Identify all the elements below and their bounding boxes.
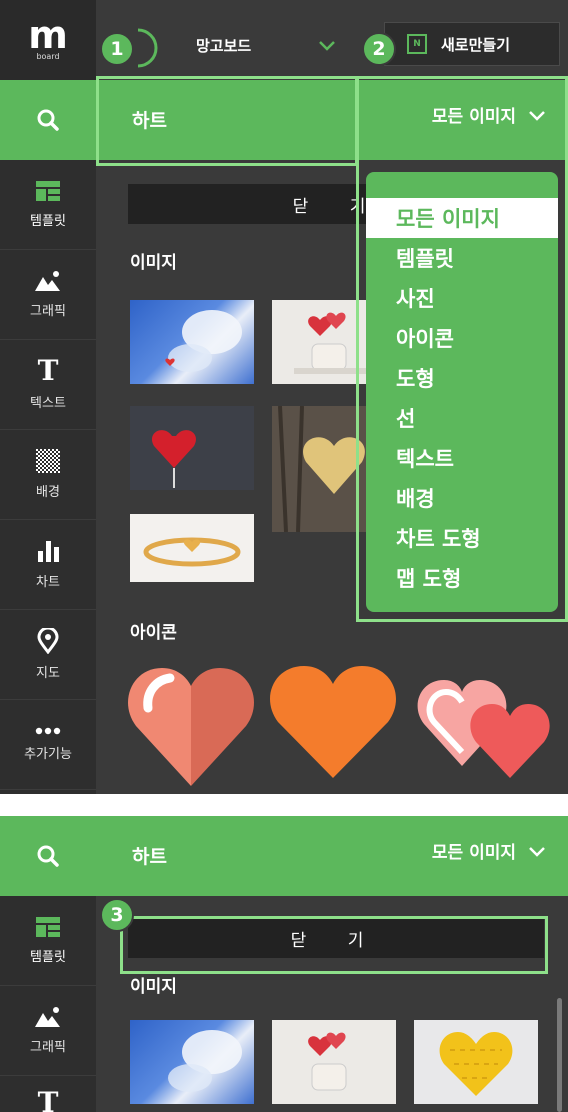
search-bar: 하트 모든 이미지 <box>0 816 568 896</box>
sidebar-item-chart[interactable]: 차트 <box>0 520 96 610</box>
sidebar-item-label: 템플릿 <box>30 214 66 229</box>
menu-item-shapes[interactable]: 도형 <box>366 358 558 398</box>
app-logo[interactable]: m board <box>0 0 96 80</box>
sidebar-item-template[interactable]: 템플릿 <box>0 896 96 986</box>
map-pin-icon <box>37 628 59 654</box>
menu-item-icons[interactable]: 아이콘 <box>366 318 558 358</box>
new-document-icon: N <box>407 34 427 54</box>
menu-item-map-shapes[interactable]: 맵 도형 <box>366 558 558 598</box>
menu-item-all-images[interactable]: 모든 이미지 <box>366 198 558 238</box>
step-badge-3: 3 <box>100 898 134 932</box>
sidebar-item-background[interactable]: 배경 <box>0 430 96 520</box>
template-icon <box>36 181 60 201</box>
search-input[interactable]: 하트 <box>132 106 167 133</box>
sidebar: 템플릿 그래픽 T 텍스트 배경 차트 지도 추가기능 <box>0 160 96 794</box>
double-heart-icon[interactable] <box>414 670 554 780</box>
results-scrollbar[interactable] <box>557 998 562 1112</box>
search-icon <box>37 845 59 867</box>
logo-subtext: board <box>36 52 60 61</box>
search-input[interactable]: 하트 <box>132 842 167 869</box>
sidebar-item-map[interactable]: 지도 <box>0 610 96 700</box>
menu-item-photos[interactable]: 사진 <box>366 278 558 318</box>
menu-item-chart-shapes[interactable]: 차트 도형 <box>366 518 558 558</box>
hearts-sky-illustration <box>165 310 242 372</box>
step-badge-1: 1 <box>100 32 134 66</box>
search-button[interactable] <box>0 80 96 160</box>
graphic-icon <box>35 271 60 291</box>
sidebar-item-label: 텍스트 <box>30 396 66 411</box>
sidebar-item-more[interactable]: 추가기능 <box>0 700 96 790</box>
chevron-down-icon <box>319 41 335 51</box>
sidebar-item-label: 그래픽 <box>30 1040 66 1055</box>
template-icon <box>36 917 60 937</box>
sidebar-item-label: 템플릿 <box>30 950 66 965</box>
filter-label: 모든 이미지 <box>431 843 516 863</box>
filter-label: 모든 이미지 <box>431 107 516 127</box>
background-icon <box>36 449 60 473</box>
editor-panel-top: m board 1 망고보드 2 N 새로만들기 하트 모든 이미지 템플릿 그… <box>0 0 568 794</box>
new-design-label: 새로만들기 <box>441 35 511 54</box>
search-results: 닫 기 이미지 <box>96 896 568 1112</box>
sidebar-item-label: 그래픽 <box>30 304 66 319</box>
step-badge-2: 2 <box>362 32 396 66</box>
hearts-sky-illustration <box>168 1030 242 1092</box>
menu-item-templates[interactable]: 템플릿 <box>366 238 558 278</box>
more-icon <box>35 727 61 735</box>
text-icon: T <box>37 354 59 387</box>
close-results-button[interactable]: 닫 기 <box>128 918 544 958</box>
text-icon: T <box>37 1086 59 1112</box>
heart-icon-orange[interactable] <box>268 662 398 782</box>
new-design-button[interactable]: N 새로만들기 <box>384 22 560 66</box>
sidebar: 템플릿 그래픽 T <box>0 896 96 1112</box>
image-thumbnail-sky-hearts[interactable] <box>130 1020 254 1104</box>
image-type-menu: 모든 이미지 템플릿 사진 아이콘 도형 선 텍스트 배경 차트 도형 맵 도형 <box>366 172 558 612</box>
images-section-title: 이미지 <box>130 977 177 997</box>
menu-item-lines[interactable]: 선 <box>366 398 558 438</box>
sidebar-item-label: 지도 <box>36 666 60 681</box>
icons-section-title: 아이콘 <box>130 623 177 643</box>
logo-mark: m <box>28 13 68 57</box>
image-filter-dropdown[interactable]: 모든 이미지 <box>432 102 548 127</box>
yellow-balls-heart-illustration <box>439 1032 513 1096</box>
editor-panel-bottom: 하트 모든 이미지 템플릿 그래픽 T 닫 기 이미지 3 <box>0 816 568 1112</box>
sidebar-item-text[interactable]: T 텍스트 <box>0 340 96 430</box>
search-icon <box>37 109 59 131</box>
sidebar-item-label: 추가기능 <box>24 747 72 762</box>
menu-item-backgrounds[interactable]: 배경 <box>366 478 558 518</box>
chevron-down-icon <box>529 846 545 857</box>
sidebar-item-label: 배경 <box>36 485 60 500</box>
image-filter-dropdown[interactable]: 모든 이미지 <box>432 838 548 863</box>
chevron-down-icon <box>529 110 545 121</box>
sidebar-item-graphic[interactable]: 그래픽 <box>0 986 96 1076</box>
image-thumbnail-gold-ring[interactable] <box>130 514 254 582</box>
images-section-title: 이미지 <box>130 253 177 273</box>
image-thumbnail-heart-jar[interactable] <box>272 1020 396 1104</box>
chart-icon <box>38 541 59 562</box>
search-bar: 하트 모든 이미지 <box>0 80 568 160</box>
search-button[interactable] <box>0 816 96 896</box>
image-thumbnail-yellow-heart[interactable] <box>414 1020 538 1104</box>
image-thumbnail-red-heart[interactable] <box>130 406 254 490</box>
top-bar: m board 1 망고보드 2 N 새로만들기 <box>0 0 568 80</box>
image-thumbnail-sky-hearts[interactable] <box>130 300 254 384</box>
red-heart-pin-illustration <box>151 430 197 488</box>
heart-icon-salmon[interactable] <box>126 662 256 788</box>
sidebar-item-graphic[interactable]: 그래픽 <box>0 250 96 340</box>
board-name: 망고보드 <box>196 36 252 55</box>
board-selector[interactable]: 망고보드 <box>156 28 356 62</box>
sidebar-item-template[interactable]: 템플릿 <box>0 160 96 250</box>
sidebar-item-text[interactable]: T <box>0 1076 96 1112</box>
graphic-icon <box>35 1007 60 1027</box>
gold-heart-ring-illustration <box>143 537 241 567</box>
sidebar-item-label: 차트 <box>36 575 60 590</box>
menu-item-text[interactable]: 텍스트 <box>366 438 558 478</box>
heart-lollipop-jar-illustration <box>308 1032 347 1091</box>
